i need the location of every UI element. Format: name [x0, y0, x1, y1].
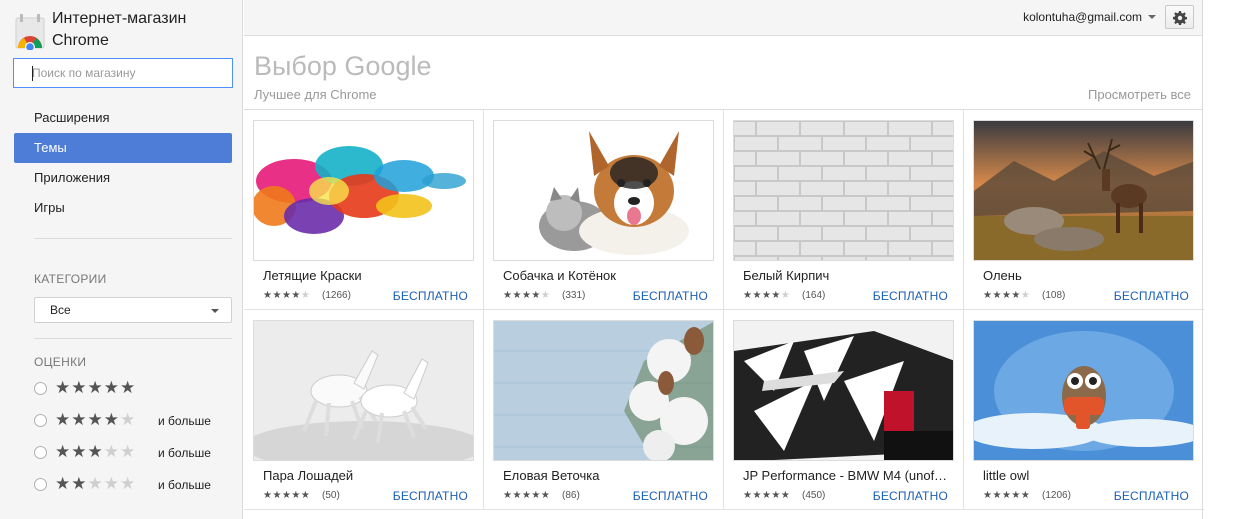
rating-suffix: и больше: [158, 478, 211, 492]
theme-thumbnail[interactable]: [253, 320, 474, 461]
theme-tile[interactable]: Олень ★★★★★ (108) БЕСПЛАТНО: [964, 110, 1204, 310]
radio-button[interactable]: [34, 382, 47, 395]
theme-thumbnail[interactable]: [973, 120, 1194, 261]
rating-count: (331): [562, 290, 586, 301]
theme-tile[interactable]: JP Performance - BMW M4 (unoffici ★★★★★ (4…: [724, 310, 964, 510]
theme-tile[interactable]: Еловая Веточка ★★★★★ (86) БЕСПЛАТНО: [484, 310, 724, 510]
price-label[interactable]: БЕСПЛАТНО: [633, 489, 708, 503]
star-rating-icon: ★★★★★: [263, 490, 311, 501]
top-bar: kolontuha@gmail.com: [244, 0, 1202, 36]
price-label[interactable]: БЕСПЛАТНО: [873, 289, 948, 303]
radio-button[interactable]: [34, 446, 47, 459]
theme-thumbnail[interactable]: [253, 120, 474, 261]
star-rating-icon: ★★★★★: [983, 290, 1031, 301]
theme-name[interactable]: Олень: [983, 268, 1188, 283]
rating-filter-option[interactable]: ★★★★★: [34, 378, 234, 400]
theme-thumbnail[interactable]: [973, 320, 1194, 461]
category-select-value: Все: [50, 303, 71, 317]
sidebar-divider: [34, 338, 232, 339]
rating-filter-option[interactable]: ★★★★★ и больше: [34, 410, 234, 432]
theme-thumbnail[interactable]: [733, 120, 954, 261]
theme-name[interactable]: Собачка и Котёнок: [503, 268, 708, 283]
main-content: Выбор Google Лучшее для Chrome Просмотре…: [244, 37, 1204, 519]
theme-name[interactable]: JP Performance - BMW M4 (unoffici: [743, 468, 948, 483]
star-rating-icon: ★★★★★: [743, 290, 791, 301]
rating-count: (450): [802, 490, 826, 501]
rating-suffix: и больше: [158, 414, 211, 428]
theme-tile[interactable]: Белый Кирпич ★★★★★ (164) БЕСПЛАТНО: [724, 110, 964, 310]
rating-count: (1266): [322, 290, 351, 301]
collection-subtitle: Лучшее для Chrome: [254, 87, 377, 102]
price-label[interactable]: БЕСПЛАТНО: [393, 289, 468, 303]
chevron-down-icon[interactable]: [1148, 15, 1156, 19]
star-rating-icon: ★★★★★: [503, 490, 551, 501]
sidebar-divider: [34, 238, 232, 239]
gear-icon: [1173, 11, 1187, 25]
store-title: Интернет-магазин Chrome: [52, 8, 232, 52]
price-label[interactable]: БЕСПЛАТНО: [873, 489, 948, 503]
rating-filter-option[interactable]: ★★★★★ и больше: [34, 474, 234, 496]
account-email[interactable]: kolontuha@gmail.com: [1023, 10, 1142, 24]
categories-heading: КАТЕГОРИИ: [34, 272, 107, 286]
store-header[interactable]: Интернет-магазин Chrome: [14, 8, 239, 52]
store-title-line2: Chrome: [52, 32, 109, 49]
nav-item-themes[interactable]: Темы: [14, 133, 232, 163]
star-rating-icon: ★★★★★: [743, 490, 791, 501]
text-caret: [32, 66, 33, 81]
radio-button[interactable]: [34, 478, 47, 491]
ratings-heading: ОЦЕНКИ: [34, 355, 87, 369]
price-label[interactable]: БЕСПЛАТНО: [633, 289, 708, 303]
star-rating-icon: ★★★★★: [503, 290, 551, 301]
theme-thumbnail[interactable]: [733, 320, 954, 461]
star-rating-icon: ★★★★★: [55, 378, 137, 397]
content-edge: [1202, 0, 1203, 519]
radio-button[interactable]: [34, 414, 47, 427]
star-rating-icon: ★★★★★: [263, 290, 311, 301]
collection-title: Выбор Google: [254, 51, 432, 81]
theme-thumbnail[interactable]: [493, 320, 714, 461]
settings-button[interactable]: [1165, 5, 1194, 29]
sidebar: Интернет-магазин Chrome Расширения Темы …: [0, 0, 243, 519]
category-select[interactable]: Все: [34, 297, 232, 323]
price-label[interactable]: БЕСПЛАТНО: [1114, 289, 1189, 303]
theme-name[interactable]: Летящие Краски: [263, 268, 468, 283]
rating-count: (50): [322, 490, 340, 501]
rating-count: (86): [562, 490, 580, 501]
view-all-link[interactable]: Просмотреть все: [1088, 87, 1191, 102]
nav-item-extensions[interactable]: Расширения: [14, 103, 232, 133]
star-rating-icon: ★★★★★: [55, 410, 137, 429]
price-label[interactable]: БЕСПЛАТНО: [393, 489, 468, 503]
theme-tile[interactable]: Собачка и Котёнок ★★★★★ (331) БЕСПЛАТНО: [484, 110, 724, 310]
search-input[interactable]: [14, 59, 232, 87]
rating-count: (1206): [1042, 490, 1071, 501]
rating-filter-option[interactable]: ★★★★★ и больше: [34, 442, 234, 464]
main-nav: Расширения Темы Приложения Игры: [14, 103, 232, 223]
nav-item-games[interactable]: Игры: [14, 193, 232, 223]
chrome-web-store-page: Интернет-магазин Chrome Расширения Темы …: [0, 0, 1248, 519]
rating-suffix: и больше: [158, 446, 211, 460]
theme-name[interactable]: Пара Лошадей: [263, 468, 468, 483]
theme-thumbnail[interactable]: [493, 120, 714, 261]
star-rating-icon: ★★★★★: [55, 474, 137, 493]
theme-name[interactable]: Белый Кирпич: [743, 268, 948, 283]
chevron-down-icon: [211, 309, 219, 313]
theme-tile[interactable]: Пара Лошадей ★★★★★ (50) БЕСПЛАТНО: [244, 310, 484, 510]
theme-tile[interactable]: Летящие Краски ★★★★★ (1266) БЕСПЛАТНО: [244, 110, 484, 310]
nav-item-apps[interactable]: Приложения: [14, 163, 232, 193]
rating-count: (164): [802, 290, 826, 301]
star-rating-icon: ★★★★★: [55, 442, 137, 461]
chrome-store-logo-icon: [15, 14, 45, 50]
rating-count: (108): [1042, 290, 1066, 301]
star-rating-icon: ★★★★★: [983, 490, 1031, 501]
theme-name[interactable]: little owl: [983, 468, 1188, 483]
store-title-line1: Интернет-магазин: [52, 10, 187, 27]
search-box[interactable]: [13, 58, 233, 88]
theme-name[interactable]: Еловая Веточка: [503, 468, 708, 483]
price-label[interactable]: БЕСПЛАТНО: [1114, 489, 1189, 503]
theme-tile[interactable]: little owl ★★★★★ (1206) БЕСПЛАТНО: [964, 310, 1204, 510]
